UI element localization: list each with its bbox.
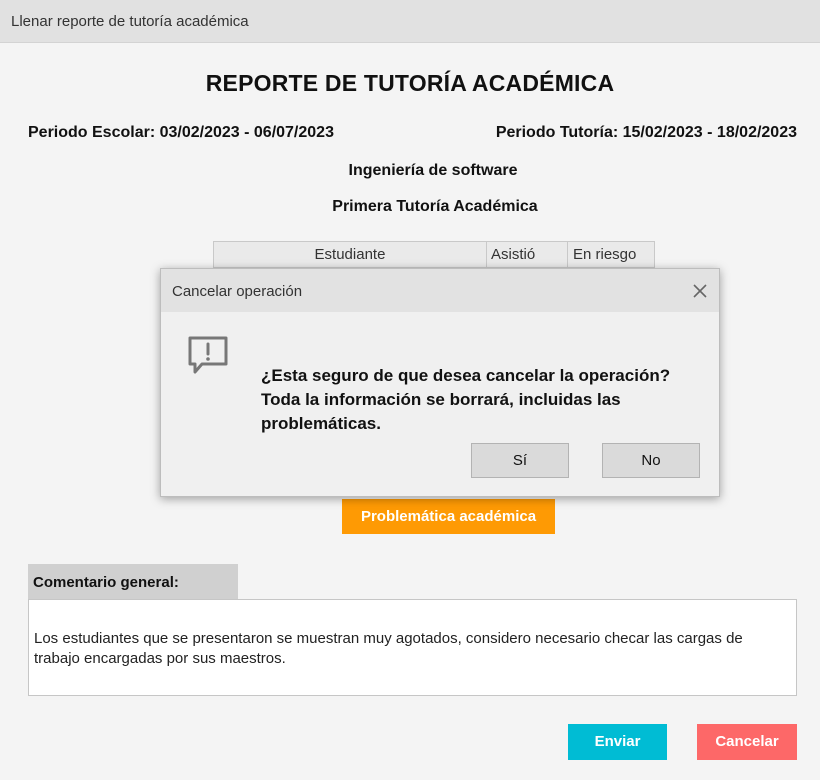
comment-textarea[interactable]: Los estudiantes que se presentaron se mu…: [28, 599, 797, 696]
cancel-confirm-dialog: Cancelar operación ¿Esta seguro de que d…: [160, 268, 720, 497]
no-button[interactable]: No: [602, 443, 700, 478]
comment-label: Comentario general:: [28, 564, 238, 599]
tutoria-name: Primera Tutoría Académica: [332, 198, 538, 215]
periodo-tutoria: Periodo Tutoría: 15/02/2023 - 18/02/2023: [495, 124, 797, 141]
message-alert-icon: [188, 336, 228, 374]
column-header-asistio[interactable]: Asistió: [486, 241, 568, 268]
enviar-button[interactable]: Enviar: [568, 724, 667, 760]
dialog-title: Cancelar operación: [172, 283, 303, 300]
yes-button[interactable]: Sí: [471, 443, 569, 478]
window-titlebar: Llenar reporte de tutoría académica: [0, 0, 820, 43]
window-title: Llenar reporte de tutoría académica: [11, 13, 249, 30]
programa-educativo: Ingeniería de software: [348, 162, 518, 179]
close-icon[interactable]: [691, 282, 709, 300]
dialog-header: Cancelar operación: [161, 269, 719, 312]
column-header-estudiante[interactable]: Estudiante: [213, 241, 487, 268]
dialog-message: ¿Esta seguro de que desea cancelar la op…: [261, 366, 671, 433]
cancelar-button[interactable]: Cancelar: [697, 724, 797, 760]
problematica-academica-button[interactable]: Problemática académica: [342, 499, 555, 534]
column-header-en-riesgo[interactable]: En riesgo: [567, 241, 655, 268]
report-heading: REPORTE DE TUTORÍA ACADÉMICA: [205, 70, 615, 96]
periodo-escolar: Periodo Escolar: 03/02/2023 - 06/07/2023: [28, 124, 334, 141]
